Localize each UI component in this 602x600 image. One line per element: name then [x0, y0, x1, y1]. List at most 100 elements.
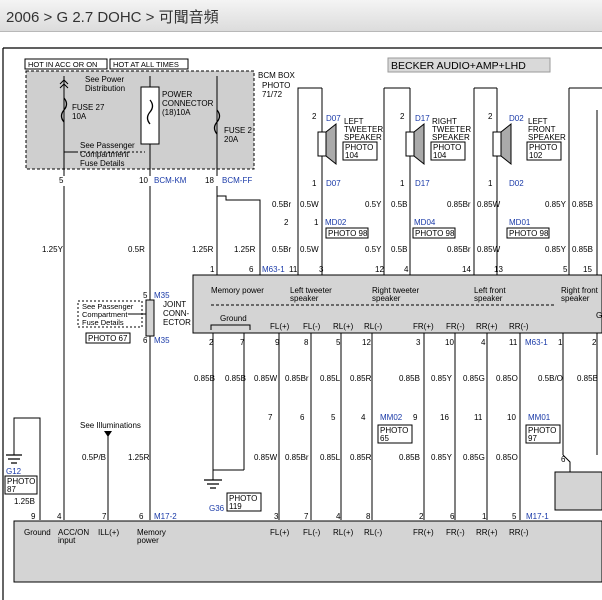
amp-label: speaker	[474, 294, 503, 303]
head-unit-label: FL(-)	[303, 528, 321, 537]
pin-number: 2	[400, 112, 405, 121]
wire-color: 1.25Y	[42, 245, 64, 254]
wire-color: 0.5Br	[272, 245, 291, 254]
amp-label: speaker	[290, 294, 319, 303]
head-unit-label: RL(+)	[333, 528, 354, 537]
photo-label: PHOTO 98	[415, 229, 455, 238]
pin-number: 6	[249, 265, 254, 274]
pin-number: 4	[361, 413, 366, 422]
wire-color: 0.85B	[577, 374, 598, 383]
wire-color: 0.85Br	[447, 245, 471, 254]
amp-label: FR(+)	[413, 322, 434, 331]
head-unit-label: power	[137, 536, 159, 545]
bcm-box-label: BCM BOX	[258, 71, 296, 80]
wire-color: 0.85Y	[545, 200, 567, 209]
connector-code: MM01	[528, 413, 551, 422]
pin-number: 1	[488, 179, 493, 188]
pin-number: 1	[482, 512, 487, 521]
amp-label: RL(-)	[364, 322, 383, 331]
photo-number: 102	[529, 151, 543, 160]
wire-color: 0.85O	[496, 453, 518, 462]
wire-color: 0.85W	[477, 200, 501, 209]
pin-number: 1	[210, 265, 215, 274]
connector-code: BCM-KM	[154, 176, 187, 185]
connector-code: M35	[154, 291, 170, 300]
photo-number: 104	[433, 151, 447, 160]
breadcrumb-page: 可聞音頻	[158, 9, 219, 26]
amp-label: G	[596, 311, 602, 320]
head-unit-label: FR(-)	[446, 528, 465, 537]
wire-color: 0.85B	[399, 453, 420, 462]
speaker-icon	[405, 131, 415, 157]
wiring-diagram: HOT IN ACC OR ON HOT AT ALL TIMES BCM BO…	[2, 47, 602, 600]
speaker-label: SPEAKER	[528, 133, 566, 142]
system-title: BECKER AUDIO+AMP+LHD	[391, 60, 526, 72]
pin-number: 5	[336, 338, 341, 347]
connector-code: D17	[415, 179, 430, 188]
pin-number: 15	[583, 265, 592, 274]
amp-label: speaker	[561, 294, 590, 303]
joint-label: CONN-	[163, 309, 190, 318]
pin-number: 12	[362, 338, 371, 347]
wire-color: 0.5Br	[272, 200, 291, 209]
pin-number: 5	[512, 512, 517, 521]
pin-number: 1	[312, 179, 317, 188]
pin-number: 12	[375, 265, 384, 274]
power-connector-label: (18)10A	[162, 108, 191, 117]
wire-color: 0.85Br	[285, 374, 309, 383]
head-unit-label: ILL(+)	[98, 528, 119, 537]
speaker-cone-icon	[413, 122, 425, 166]
breadcrumb: 2006 > G 2.7 DOHC > 可聞音頻	[0, 0, 602, 32]
pin-number: 14	[462, 265, 471, 274]
wire-color: 0.85L	[320, 374, 341, 383]
breadcrumb-engine[interactable]: G 2.7 DOHC	[56, 9, 141, 26]
wire-color: 0.85B	[572, 200, 593, 209]
photo-label: PHOTO 67	[88, 334, 128, 343]
wire-color: 0.5W	[300, 245, 319, 254]
see-power-text: Distribution	[85, 84, 125, 93]
joint-label: JOINT	[163, 300, 186, 309]
pin-number: 7	[268, 413, 273, 422]
pin-number: 4	[57, 512, 62, 521]
connector-code: M63-1	[262, 265, 285, 274]
pin-number: 6	[450, 512, 455, 521]
connector-code: MD04	[414, 218, 436, 227]
wire-color: 1.25B	[14, 497, 35, 506]
head-unit-label: RR(-)	[509, 528, 529, 537]
connector-code: G12	[6, 467, 22, 476]
pin-number: 6	[139, 512, 144, 521]
amp-label: RR(-)	[509, 322, 529, 331]
see-passenger-text: See Passenger	[80, 141, 135, 150]
breadcrumb-year[interactable]: 2006	[6, 9, 39, 26]
hot-acc-label: HOT IN ACC OR ON	[28, 60, 97, 69]
bcm-photo-number: 71/72	[262, 90, 283, 99]
pin-number: 2	[312, 112, 317, 121]
pin-number: 1	[314, 218, 319, 227]
amp-label: Memory power	[211, 286, 264, 295]
pin-number: 8	[304, 338, 309, 347]
pin-number: 4	[481, 338, 486, 347]
see-passenger-text: Compartment	[80, 150, 129, 159]
speaker-cone-icon	[325, 122, 337, 166]
pin-number: 2	[419, 512, 424, 521]
illumination-arrow-icon	[104, 431, 112, 437]
pin-number: 2	[284, 218, 289, 227]
connector-code: M17-2	[154, 512, 177, 521]
wire-color: 0.85R	[350, 374, 372, 383]
amp-label: Ground	[220, 314, 247, 323]
speaker-label: SPEAKER	[344, 133, 382, 142]
wire-color: 1.25R	[234, 245, 256, 254]
pin-number: 16	[440, 413, 449, 422]
wire-color: 0.85B	[194, 374, 215, 383]
pin-number: 10	[445, 338, 454, 347]
connector-code: MD02	[325, 218, 347, 227]
wire-color: 0.85W	[254, 374, 278, 383]
pin-number: 11	[289, 265, 298, 274]
wire-color: 0.5W	[300, 200, 319, 209]
wire-color: 0.5Y	[365, 200, 382, 209]
photo-number: 97	[528, 434, 537, 443]
power-connector-box	[140, 86, 160, 145]
speaker-icon	[492, 131, 502, 157]
connector-code: D17	[415, 114, 430, 123]
connector-code: D07	[326, 114, 341, 123]
